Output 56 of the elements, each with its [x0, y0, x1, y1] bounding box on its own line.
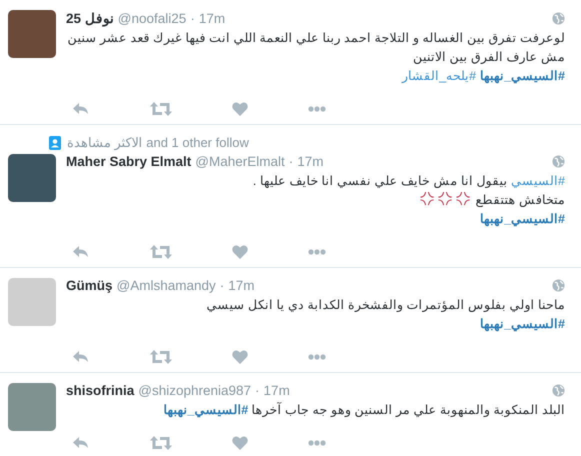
anger-symbol-icon [437, 191, 454, 206]
retweet-icon[interactable] [150, 102, 172, 116]
person-icon [49, 136, 61, 150]
hashtag-link[interactable]: #السيسي_نهبها [480, 69, 565, 83]
tweet-text: البلد المنكوبة والمنهوبة علي مر السنين وهو جه جاب آخرها [250, 403, 565, 417]
user-name[interactable]: shisofrinia [66, 383, 134, 398]
globe-icon [552, 155, 565, 168]
heart-icon[interactable] [232, 102, 248, 116]
more-icon[interactable] [308, 106, 326, 112]
hashtag-link[interactable]: #السيسي_نهبها [163, 403, 248, 417]
user-handle[interactable]: @noofali25 [118, 11, 186, 26]
more-icon[interactable] [308, 354, 326, 360]
globe-icon [552, 384, 565, 397]
retweet-icon[interactable] [150, 436, 172, 450]
user-handle[interactable]: @shizophrenia987 [138, 383, 252, 398]
separator-dot: · [220, 278, 224, 293]
tweet-text: بيقول انا مش خايف علي نفسي انا خايف عليها . [252, 174, 509, 188]
hashtag-link[interactable]: #السيسي_نهبها [480, 317, 565, 331]
more-icon[interactable] [308, 440, 326, 446]
tweet-time[interactable]: 17m [264, 383, 290, 398]
retweet-icon[interactable] [150, 350, 172, 364]
separator-dot: · [255, 383, 260, 398]
hashtag-link[interactable]: #السيسي [511, 174, 565, 188]
tweet-time[interactable]: 17m [297, 154, 324, 169]
tweet-text: متخافش هتتقطع [474, 193, 565, 207]
heart-icon[interactable] [232, 245, 248, 259]
separator-dot: · [288, 154, 294, 169]
reply-icon[interactable] [72, 245, 90, 259]
user-handle[interactable]: @Amlshamandy [116, 278, 216, 293]
more-icon[interactable] [308, 249, 326, 255]
anger-symbol-icon [419, 191, 436, 206]
avatar-photo-placeholder[interactable] [8, 10, 56, 58]
anger-symbol-icon [455, 191, 472, 206]
heart-icon[interactable] [232, 350, 248, 364]
reply-icon[interactable] [72, 350, 90, 364]
tweet-text: ماحنا اولي بفلوس المؤتمرات والفشخرة الكدابة دي يا انكل سيسي [206, 298, 565, 312]
avatar-photo-placeholder[interactable] [8, 383, 56, 431]
user-name[interactable]: Maher Sabry Elmalt [66, 154, 192, 169]
user-name[interactable]: نوفل 25 [66, 10, 114, 26]
avatar-photo-placeholder[interactable] [8, 278, 56, 326]
tweet-time[interactable]: 17m [228, 278, 255, 293]
globe-icon [552, 279, 565, 292]
globe-icon [552, 12, 565, 24]
retweet-icon[interactable] [150, 245, 172, 259]
tweet-text: لوعرفت تفرق بين الغساله و التلاجة احمد ربنا علي النعمة اللي انت فيها غيرك قعد عشر سنين مش عارف الفرق بين الاتنين [67, 31, 565, 64]
reply-icon[interactable] [72, 436, 90, 450]
tweet-time[interactable]: 17m [198, 11, 226, 26]
user-name[interactable]: Gümüş [66, 278, 113, 293]
avatar-photo-placeholder[interactable] [8, 154, 56, 202]
hashtag-link[interactable]: #يلحه_القشار [402, 69, 476, 83]
hashtag-link[interactable]: #السيسي_نهبها [480, 212, 565, 226]
separator-dot: · [190, 11, 195, 26]
heart-icon[interactable] [232, 436, 248, 450]
reply-icon[interactable] [72, 102, 90, 116]
context-text: الاكثر مشاهدة and 1 other follow [67, 135, 249, 150]
user-handle[interactable]: @MaherElmalt [195, 154, 285, 169]
